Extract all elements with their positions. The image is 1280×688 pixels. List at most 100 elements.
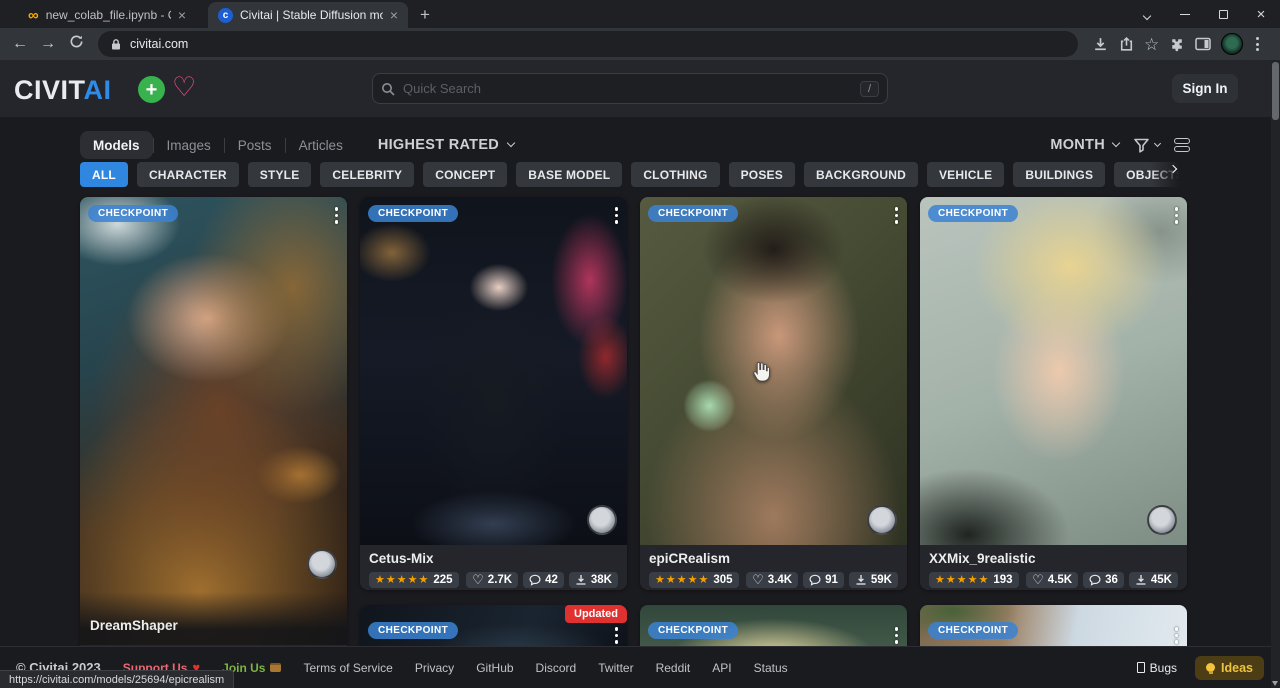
- creator-avatar[interactable]: [307, 549, 337, 579]
- github-link[interactable]: GitHub: [476, 661, 513, 675]
- status-link[interactable]: Status: [754, 661, 788, 675]
- creator-avatar[interactable]: [587, 505, 617, 535]
- card-menu-icon[interactable]: [615, 627, 619, 644]
- reload-icon[interactable]: [62, 34, 90, 54]
- browser-profile-avatar[interactable]: [1221, 33, 1243, 55]
- ideas-button[interactable]: Ideas: [1195, 656, 1264, 680]
- model-preview-image: CHECKPOINT: [640, 197, 907, 545]
- browser-tab-civitai[interactable]: c Civitai | Stable Diffusion models, ×: [208, 2, 408, 28]
- model-card-epicrealism[interactable]: CHECKPOINT epiCRealism ★★★★★305 ♡3.4K 91…: [640, 197, 907, 590]
- url-bar[interactable]: civitai.com: [98, 31, 1078, 57]
- list-controls: Models Images Posts Articles HIGHEST RAT…: [80, 131, 1190, 159]
- bookmark-star-icon[interactable]: ☆: [1144, 36, 1159, 53]
- favorites-heart-icon[interactable]: ♡: [172, 72, 196, 103]
- category-chip-clothing[interactable]: CLOTHING: [631, 162, 719, 187]
- download-icon[interactable]: [1092, 36, 1109, 53]
- back-icon[interactable]: ←: [6, 35, 34, 53]
- star-rating-icons: ★★★★★: [375, 575, 429, 586]
- discord-link[interactable]: Discord: [536, 661, 577, 675]
- card-menu-icon[interactable]: [895, 627, 899, 644]
- civitai-logo[interactable]: CIVITAI: [14, 75, 112, 106]
- toolbar-icons: ☆: [1092, 33, 1263, 55]
- category-chip-base-model[interactable]: BASE MODEL: [516, 162, 622, 187]
- category-chip-all[interactable]: ALL: [80, 162, 128, 187]
- model-title: XXMix_9realistic: [929, 551, 1178, 566]
- browser-tab-colab[interactable]: ∞ new_colab_file.ipynb - Colaborat ×: [18, 2, 196, 28]
- close-window-icon[interactable]: ×: [1242, 0, 1280, 28]
- browser-toolbar: ← → civitai.com ☆: [0, 28, 1280, 60]
- sort-dropdown[interactable]: HIGHEST RATED: [378, 137, 514, 153]
- category-chip-vehicle[interactable]: VEHICLE: [927, 162, 1004, 187]
- card-size-toggle-icon[interactable]: [1174, 138, 1190, 152]
- scrollbar-down-arrow[interactable]: [1272, 681, 1278, 686]
- tab-search-icon[interactable]: [1128, 0, 1166, 28]
- search-shortcut-kbd: /: [860, 81, 879, 97]
- rating-pill: ★★★★★305: [649, 572, 739, 588]
- new-tab-button[interactable]: +: [420, 2, 430, 28]
- terms-link[interactable]: Terms of Service: [303, 661, 392, 675]
- tab-images[interactable]: Images: [154, 131, 224, 159]
- maximize-icon[interactable]: [1204, 0, 1242, 28]
- tab-posts[interactable]: Posts: [225, 131, 285, 159]
- category-chip-concept[interactable]: CONCEPT: [423, 162, 507, 187]
- category-chip-character[interactable]: CHARACTER: [137, 162, 239, 187]
- minimize-icon[interactable]: [1166, 0, 1204, 28]
- comment-icon: [809, 574, 821, 586]
- quick-search[interactable]: /: [372, 73, 888, 104]
- status-url-text: https://civitai.com/models/25694/epicrea…: [9, 674, 224, 686]
- scrollbar-thumb[interactable]: [1272, 62, 1279, 120]
- chevron-down-icon: [1154, 140, 1161, 147]
- category-chip-celebrity[interactable]: CELEBRITY: [320, 162, 414, 187]
- download-stat-icon: [855, 574, 867, 586]
- forward-icon[interactable]: →: [34, 35, 62, 53]
- search-input[interactable]: [403, 81, 852, 96]
- filter-funnel-icon: [1133, 137, 1150, 153]
- card-menu-icon[interactable]: [1175, 627, 1179, 644]
- category-chip-style[interactable]: STYLE: [248, 162, 312, 187]
- filter-dropdown[interactable]: [1133, 137, 1160, 153]
- model-stats: ★★★★★193 ♡4.5K 36 45K: [929, 572, 1178, 588]
- card-menu-icon[interactable]: [615, 207, 619, 224]
- creator-avatar[interactable]: [1147, 505, 1177, 535]
- period-dropdown[interactable]: MONTH: [1050, 137, 1119, 153]
- category-chip-background[interactable]: BACKGROUND: [804, 162, 918, 187]
- share-icon[interactable]: [1118, 36, 1135, 53]
- close-tab-icon[interactable]: ×: [178, 8, 186, 22]
- heart-icon: ♡: [1032, 574, 1044, 586]
- close-tab-icon[interactable]: ×: [390, 8, 398, 22]
- card-menu-icon[interactable]: [895, 207, 899, 224]
- mouse-cursor-hand: [748, 360, 770, 384]
- comment-icon: [1089, 574, 1101, 586]
- model-card-cetus-mix[interactable]: CHECKPOINT Cetus-Mix ★★★★★225 ♡2.7K 42 3…: [360, 197, 627, 590]
- model-card-xxmix9realistic[interactable]: CHECKPOINT XXMix_9realistic ★★★★★193 ♡4.…: [920, 197, 1187, 590]
- tab-title: Civitai | Stable Diffusion models,: [240, 8, 383, 22]
- extensions-puzzle-icon[interactable]: [1168, 36, 1185, 53]
- downloads-pill: 59K: [849, 572, 898, 588]
- bug-icon: [1137, 662, 1145, 673]
- tab-articles[interactable]: Articles: [286, 131, 356, 159]
- page-scrollbar[interactable]: [1271, 60, 1280, 688]
- upload-plus-button[interactable]: +: [138, 76, 165, 103]
- twitter-link[interactable]: Twitter: [598, 661, 633, 675]
- sign-in-button[interactable]: Sign In: [1172, 74, 1238, 103]
- checkpoint-badge: CHECKPOINT: [928, 205, 1018, 222]
- comments-pill: 42: [523, 572, 564, 588]
- side-panel-icon[interactable]: [1194, 36, 1212, 52]
- model-card-dreamshaper[interactable]: CHECKPOINT DreamShaper: [80, 197, 347, 657]
- category-chip-buildings[interactable]: BUILDINGS: [1013, 162, 1105, 187]
- browser-menu-icon[interactable]: [1252, 37, 1263, 51]
- tab-models[interactable]: Models: [80, 131, 153, 159]
- bugs-button[interactable]: Bugs: [1137, 661, 1177, 675]
- chevron-down-icon: [507, 139, 515, 147]
- model-title: Cetus-Mix: [369, 551, 618, 566]
- reddit-link[interactable]: Reddit: [656, 661, 691, 675]
- status-bar: https://civitai.com/models/25694/epicrea…: [0, 670, 234, 688]
- card-menu-icon[interactable]: [335, 207, 339, 224]
- model-stats: ★★★★★225 ♡2.7K 42 38K: [369, 572, 618, 588]
- card-menu-icon[interactable]: [1175, 207, 1179, 224]
- creator-avatar[interactable]: [867, 505, 897, 535]
- download-stat-icon: [575, 574, 587, 586]
- api-link[interactable]: API: [712, 661, 731, 675]
- privacy-link[interactable]: Privacy: [415, 661, 454, 675]
- category-chip-poses[interactable]: POSES: [729, 162, 795, 187]
